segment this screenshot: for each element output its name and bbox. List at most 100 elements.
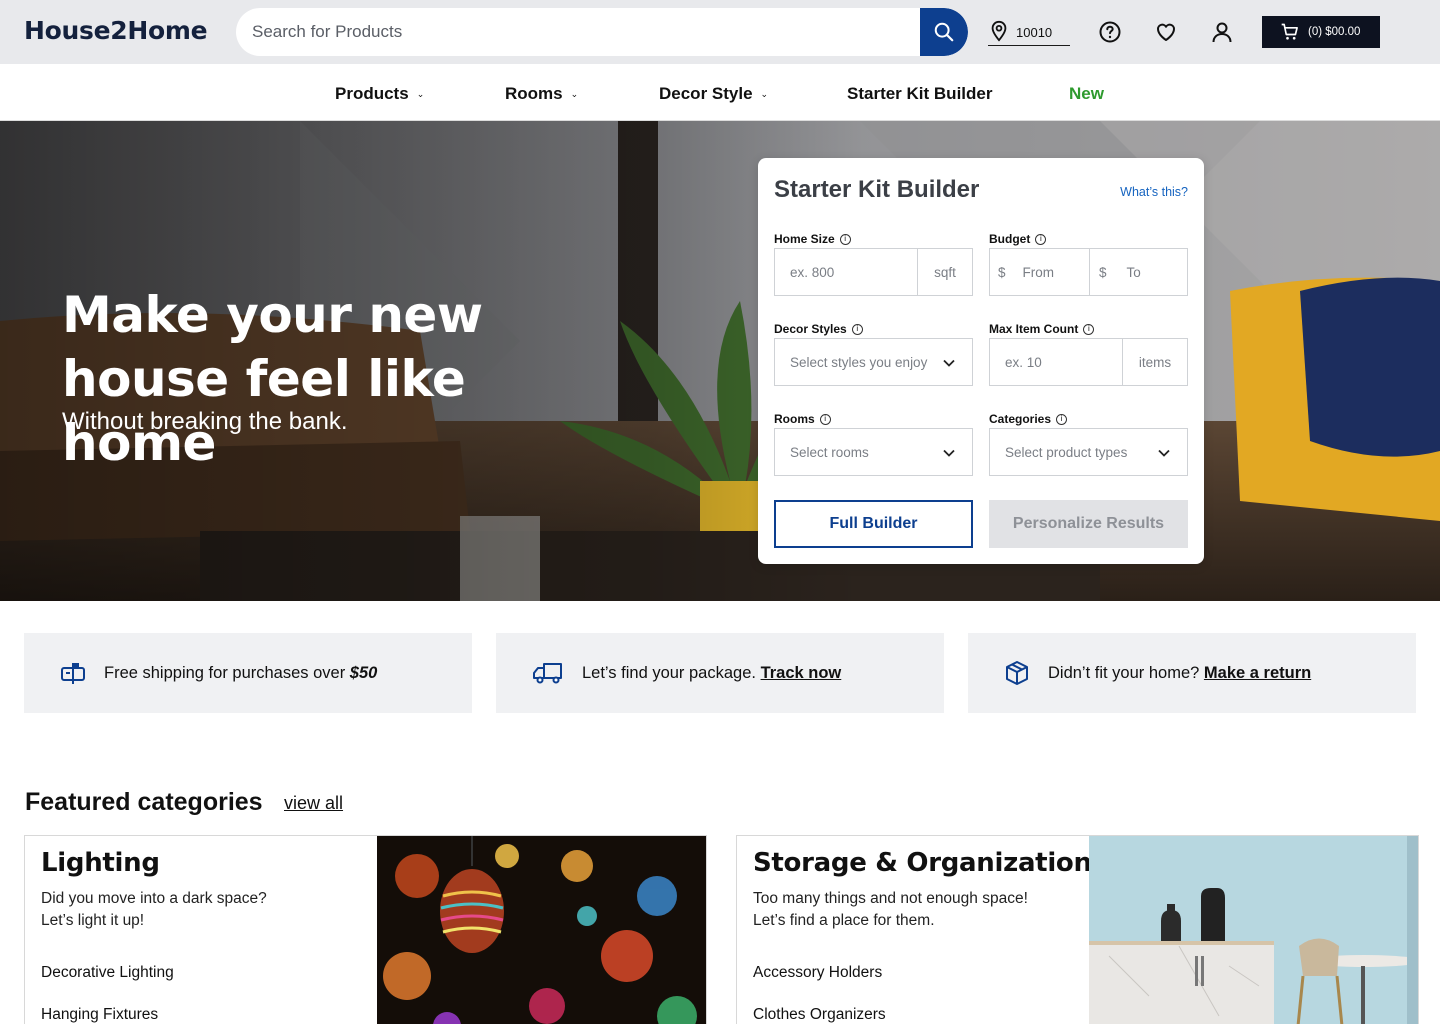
- decor-styles-label-text: Decor Styles: [774, 322, 847, 336]
- search-bar: [236, 8, 968, 56]
- lighting-image: [377, 836, 706, 1024]
- info-icon[interactable]: i: [1035, 233, 1047, 245]
- track-now-link[interactable]: Track now: [761, 664, 842, 682]
- category-description-line1: Too many things and not enough space!: [753, 890, 1028, 907]
- info-icon[interactable]: i: [819, 413, 831, 425]
- search-icon: [934, 22, 954, 42]
- box-icon: [1006, 661, 1028, 685]
- categories-label-text: Categories: [989, 412, 1052, 426]
- info-icon[interactable]: i: [1056, 413, 1068, 425]
- subcategory-link[interactable]: Hanging Fixtures: [41, 1006, 158, 1024]
- rooms-placeholder: Select rooms: [790, 444, 869, 460]
- decor-styles-placeholder: Select styles you enjoy: [790, 354, 928, 370]
- category-description: Too many things and not enough space! Le…: [753, 888, 1028, 932]
- rooms-label: Rooms i: [774, 412, 831, 426]
- max-item-count-label-text: Max Item Count: [989, 322, 1079, 336]
- home-size-label: Home Size i: [774, 232, 851, 246]
- subcategory-link[interactable]: Decorative Lighting: [41, 964, 174, 982]
- max-item-count-label: Max Item Count i: [989, 322, 1095, 336]
- chevron-down-icon: ⌄: [570, 88, 579, 99]
- nav-products[interactable]: Products ⌄: [335, 84, 424, 104]
- nav-new[interactable]: New: [1069, 84, 1104, 104]
- returns-strip: Didn’t fit your home? Make a return: [968, 633, 1416, 713]
- hero-title-line1: Make your new: [62, 286, 483, 344]
- hero-banner: Make your new house feel like home Witho…: [0, 121, 1440, 601]
- budget-from-input[interactable]: $ From: [990, 249, 1089, 295]
- nav-products-label: Products: [335, 84, 409, 103]
- featured-categories-heading: Featured categories: [25, 788, 263, 816]
- category-card-storage[interactable]: Storage & Organization Too many things a…: [736, 835, 1419, 1024]
- zip-code-value: 10010: [1016, 25, 1053, 40]
- max-item-count-unit: items: [1122, 339, 1187, 385]
- max-item-count-field[interactable]: ex. 10 items: [989, 338, 1188, 386]
- budget-label: Budget i: [989, 232, 1047, 246]
- cart-icon: [1281, 23, 1298, 40]
- nav-new-label: New: [1069, 84, 1104, 103]
- chevron-down-icon: ⌄: [760, 88, 769, 99]
- returns-text: Didn’t fit your home? Make a return: [1048, 664, 1311, 683]
- search-button[interactable]: [920, 8, 968, 56]
- categories-label: Categories i: [989, 412, 1068, 426]
- currency-symbol: $: [1099, 264, 1107, 280]
- cart-total: (0) $00.00: [1308, 26, 1361, 38]
- home-size-label-text: Home Size: [774, 232, 835, 246]
- home-size-input[interactable]: ex. 800: [775, 249, 917, 295]
- heart-icon[interactable]: [1154, 20, 1178, 44]
- nav-starter-kit-builder[interactable]: Starter Kit Builder: [847, 84, 992, 104]
- tracking-text-main: Let’s find your package.: [582, 663, 761, 682]
- full-builder-button[interactable]: Full Builder: [774, 500, 973, 548]
- decor-styles-select[interactable]: Select styles you enjoy: [774, 338, 973, 386]
- chevron-down-icon: [943, 359, 955, 367]
- hero-subtitle: Without breaking the bank.: [62, 408, 348, 435]
- main-nav: Products ⌄ Rooms ⌄ Decor Style ⌄ Starter Ki…: [0, 64, 1440, 121]
- help-icon[interactable]: [1098, 20, 1122, 44]
- personalize-results-button: Personalize Results: [989, 500, 1188, 548]
- categories-select[interactable]: Select product types: [989, 428, 1188, 476]
- user-icon[interactable]: [1210, 20, 1234, 44]
- cart-button[interactable]: (0) $00.00: [1262, 16, 1380, 48]
- category-title: Storage & Organization: [753, 848, 1092, 878]
- subcategory-link[interactable]: Clothes Organizers: [753, 1006, 886, 1024]
- mailbox-icon: [61, 663, 85, 684]
- info-icon[interactable]: i: [851, 323, 863, 335]
- builder-title: Starter Kit Builder: [774, 176, 980, 203]
- category-description-line2: Let’s light it up!: [41, 912, 145, 929]
- nav-rooms[interactable]: Rooms ⌄: [505, 84, 578, 104]
- subcategory-link[interactable]: Accessory Holders: [753, 964, 882, 982]
- category-card-lighting[interactable]: Lighting Did you move into a dark space?…: [24, 835, 707, 1024]
- starter-kit-builder-card: Starter Kit Builder What’s this? Home Si…: [758, 158, 1204, 564]
- budget-to-input[interactable]: $ To: [1089, 249, 1187, 295]
- info-icon[interactable]: i: [1083, 323, 1095, 335]
- budget-from-placeholder: From: [1022, 264, 1055, 280]
- make-a-return-link[interactable]: Make a return: [1204, 664, 1311, 682]
- home-size-field[interactable]: ex. 800 sqft: [774, 248, 973, 296]
- truck-icon: [533, 663, 562, 684]
- chevron-down-icon: [1158, 449, 1170, 457]
- location-pin-icon: [991, 20, 1007, 42]
- nav-starter-kit-label: Starter Kit Builder: [847, 84, 993, 103]
- info-icon[interactable]: i: [839, 233, 851, 245]
- search-input[interactable]: [236, 8, 920, 56]
- zip-code-selector[interactable]: 10010: [988, 20, 1070, 46]
- category-description-line2: Let’s find a place for them.: [753, 912, 935, 929]
- chevron-down-icon: [943, 449, 955, 457]
- shipping-text-main: Free shipping for purchases over: [104, 663, 350, 682]
- nav-decor-style[interactable]: Decor Style ⌄: [659, 84, 768, 104]
- hero-title: Make your new house feel like home: [62, 283, 622, 475]
- shipping-strip: Free shipping for purchases over $50: [24, 633, 472, 713]
- max-item-count-input[interactable]: ex. 10: [990, 339, 1122, 385]
- shipping-amount: $50: [349, 663, 378, 682]
- budget-to-placeholder: To: [1126, 264, 1141, 280]
- category-description-line1: Did you move into a dark space?: [41, 890, 267, 907]
- budget-field: $ From $ To: [989, 248, 1188, 296]
- view-all-link[interactable]: view all: [284, 793, 343, 814]
- shipping-text: Free shipping for purchases over $50: [104, 664, 377, 683]
- nav-rooms-label: Rooms: [505, 84, 563, 103]
- storage-image: [1089, 836, 1418, 1024]
- top-header: House2Home 10010 (0) $00.00: [0, 0, 1440, 64]
- logo[interactable]: House2Home: [24, 16, 208, 45]
- nav-decor-style-label: Decor Style: [659, 84, 753, 103]
- whats-this-link[interactable]: What’s this?: [1120, 185, 1188, 199]
- decor-styles-label: Decor Styles i: [774, 322, 863, 336]
- rooms-select[interactable]: Select rooms: [774, 428, 973, 476]
